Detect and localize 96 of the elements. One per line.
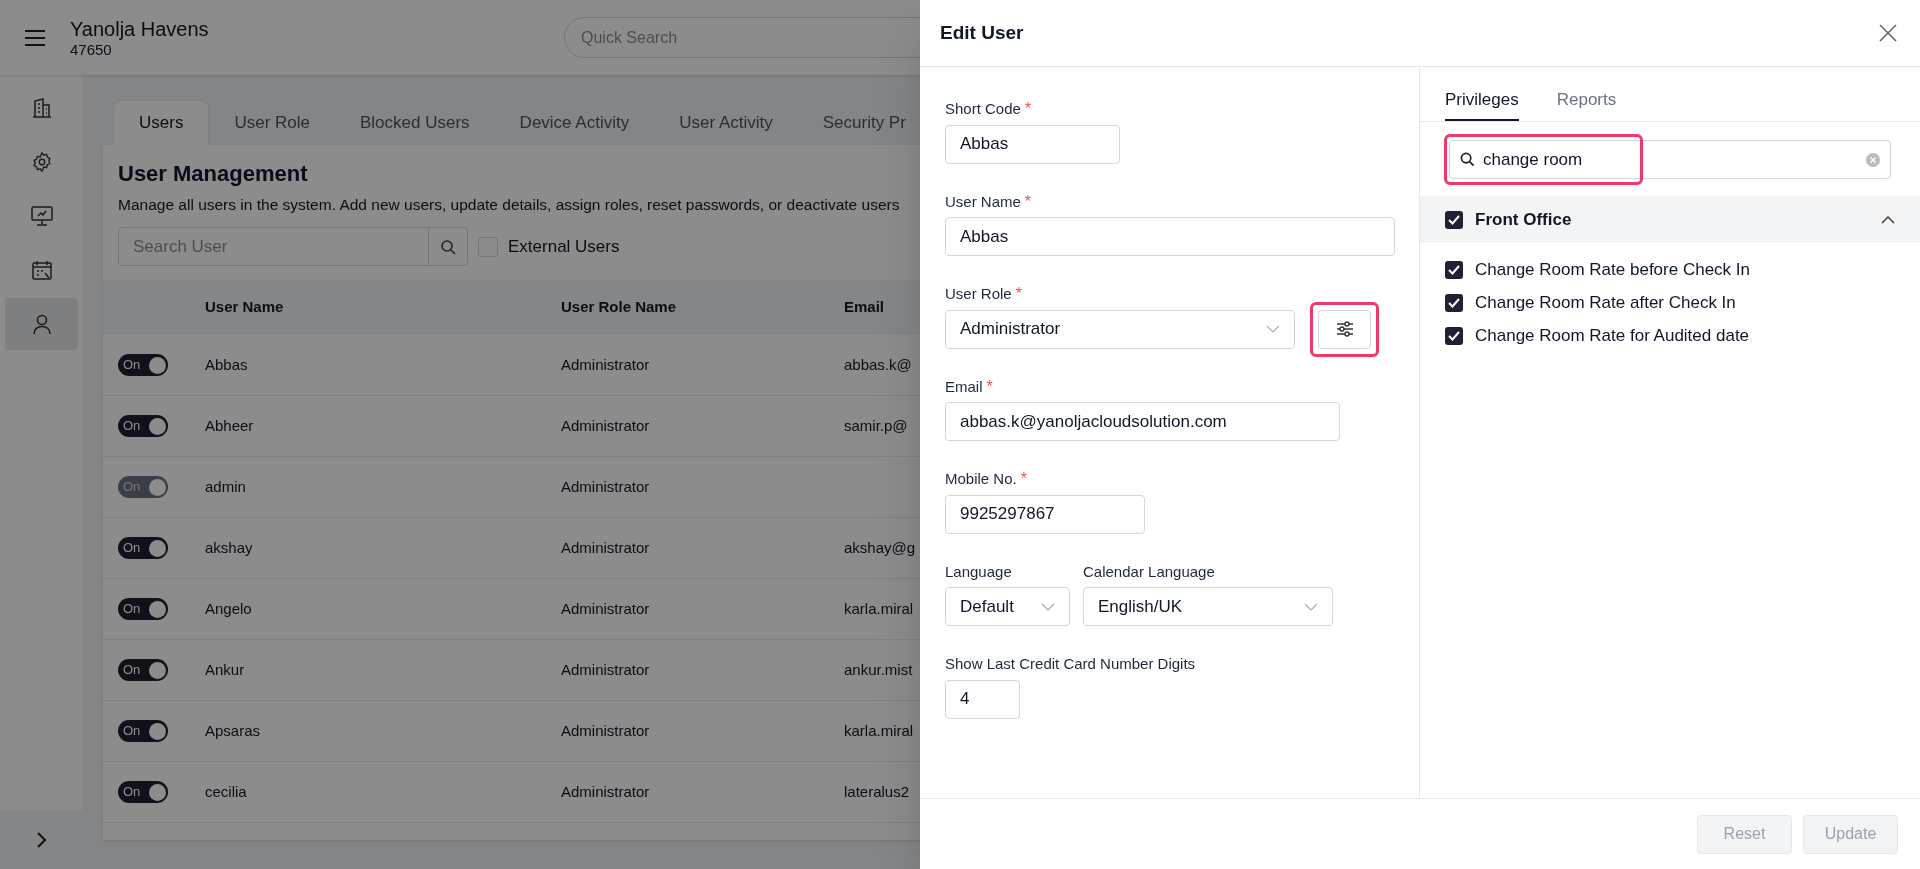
checkbox-label: External Users: [508, 235, 620, 258]
text-field[interactable]: 9925297867: [945, 494, 1145, 534]
user-name-cell: Abheer: [205, 416, 254, 434]
email-cell: samir.p@: [844, 416, 908, 434]
tab[interactable]: Users: [113, 100, 210, 145]
required-mark: *: [986, 378, 993, 395]
user-name-cell: akshay: [205, 538, 253, 556]
role-cell: Administrator: [561, 782, 650, 800]
user-name-cell: Angelo: [205, 599, 252, 617]
checkbox[interactable]: [1445, 326, 1463, 345]
user-name-cell: cecilia: [205, 782, 247, 800]
tab[interactable]: Device Activity: [494, 100, 655, 145]
privilege-label: Change Room Rate for Audited date: [1475, 324, 1750, 347]
select-field[interactable]: Administrator: [945, 309, 1295, 349]
column-header: User Role Name: [561, 298, 677, 316]
required-mark: *: [1024, 101, 1032, 118]
field-label: User Name: [945, 191, 1021, 212]
text-field[interactable]: 4: [945, 679, 1020, 719]
checkbox[interactable]: [1445, 293, 1463, 312]
privilege-label: Change Room Rate before Check In: [1475, 258, 1750, 281]
status-toggle[interactable]: On: [118, 415, 168, 437]
text-field[interactable]: Abbas: [945, 217, 1395, 256]
text-field[interactable]: Abbas: [945, 124, 1120, 164]
email-cell: abbas.k@: [844, 355, 912, 373]
user-name-cell: Abbas: [205, 355, 248, 373]
field-label: Language: [945, 561, 1012, 582]
required-mark: *: [1020, 471, 1027, 488]
role-cell: Administrator: [561, 599, 650, 617]
user-name-cell: Ankur: [205, 660, 245, 678]
privilege-search-field[interactable]: change room: [1449, 140, 1891, 179]
sliders-icon: [1335, 321, 1354, 337]
email-cell: karla.miral: [844, 721, 914, 739]
role-cell: Administrator: [561, 355, 650, 373]
select-field[interactable]: Default: [945, 587, 1070, 626]
checkbox[interactable]: [1445, 210, 1463, 229]
checkbox[interactable]: [1445, 260, 1463, 279]
role-cell: Administrator: [561, 416, 650, 434]
search-user-field[interactable]: Search User: [118, 227, 429, 266]
status-toggle[interactable]: On: [118, 659, 168, 681]
search-icon: [440, 238, 456, 255]
status-toggle[interactable]: On: [118, 598, 168, 620]
email-cell: karla.miral: [844, 599, 914, 617]
email-cell: lateralus2: [844, 782, 910, 800]
column-header: Email: [844, 298, 885, 316]
calendar-icon: [30, 259, 53, 281]
status-toggle[interactable]: On: [118, 537, 168, 559]
field-label: Show Last Credit Card Number Digits: [945, 654, 1196, 674]
search-button[interactable]: [429, 227, 468, 266]
field-label: Email: [945, 376, 983, 397]
privilege-label: Change Room Rate after Check In: [1475, 291, 1736, 314]
role-cell: Administrator: [561, 721, 650, 739]
field-label: Mobile No.: [945, 469, 1017, 489]
required-mark: *: [1024, 193, 1032, 210]
building-icon: [30, 97, 53, 119]
field-label: User Role: [945, 284, 1012, 304]
group-title: Front Office: [1475, 208, 1573, 231]
tab[interactable]: User Activity: [654, 100, 798, 145]
required-mark: *: [1015, 286, 1022, 303]
status-toggle[interactable]: On: [118, 781, 168, 803]
chevron-right-icon: [35, 830, 48, 849]
status-toggle[interactable]: On: [118, 720, 168, 742]
role-settings-button[interactable]: [1318, 309, 1371, 349]
field-label: Calendar Language: [1083, 561, 1215, 582]
chevron-up-icon[interactable]: [1881, 215, 1895, 224]
drawer-title: Edit User: [940, 20, 1024, 45]
menu-icon: [23, 27, 47, 48]
sidebar-item[interactable]: [5, 298, 78, 350]
user-name-cell: Apsaras: [205, 721, 261, 739]
chevron-down-icon: [1041, 602, 1055, 611]
user-name-cell: admin: [205, 477, 246, 495]
tab[interactable]: Reports: [1556, 79, 1617, 121]
field-label: Short Code: [945, 99, 1021, 119]
text-field[interactable]: abbas.k@yanoljacloudsolution.com: [945, 402, 1340, 441]
role-cell: Administrator: [561, 538, 650, 556]
select-field[interactable]: English/UK: [1083, 587, 1333, 626]
tab[interactable]: User Role: [209, 100, 335, 145]
external-users-checkbox[interactable]: [478, 236, 498, 257]
chevron-down-icon: [1266, 325, 1280, 333]
user-icon: [30, 313, 53, 335]
status-toggle[interactable]: On: [118, 354, 168, 376]
chevron-down-icon: [1304, 602, 1318, 611]
column-header: User Name: [205, 298, 284, 316]
role-cell: Administrator: [561, 477, 650, 495]
clear-icon[interactable]: [1866, 152, 1880, 167]
tab[interactable]: Privileges: [1445, 79, 1519, 121]
hotel-code: 47650: [70, 40, 112, 59]
page-description: Manage all users in the system. Add new users, update details, assign roles, reset passwords, or deactivate users: [118, 196, 900, 213]
role-cell: Administrator: [561, 660, 650, 678]
search-icon: [1460, 152, 1475, 167]
page-heading: User Management: [118, 160, 309, 188]
email-cell: ankur.mist: [844, 660, 913, 678]
monitor-icon: [29, 205, 54, 227]
email-cell: akshay@g: [844, 538, 916, 556]
tab[interactable]: Blocked Users: [335, 100, 495, 145]
group-header[interactable]: Front Office: [1420, 196, 1920, 243]
hotel-name: Yanolja Havens: [70, 16, 209, 41]
